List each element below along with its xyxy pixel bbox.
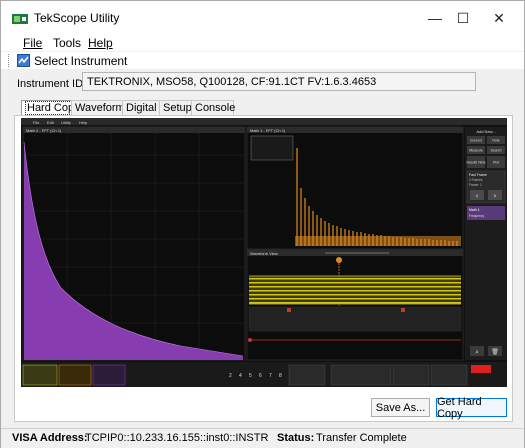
status-label: Status: xyxy=(277,432,315,444)
title-bar: TekScope Utility — ☐ ✕ xyxy=(1,1,524,35)
scope-menu-utility: Utility xyxy=(61,120,71,125)
cursor-readout-panel xyxy=(248,306,462,332)
scope-results-table-label: Results Table xyxy=(466,161,485,165)
tab-console[interactable]: Console xyxy=(191,100,235,116)
channel1-trace xyxy=(249,276,461,304)
math2-fft-view: Math 2 - FFT (Ch 1) xyxy=(22,126,246,361)
status-value: Transfer Complete xyxy=(316,432,407,444)
visa-address-value: TCPIP0::10.233.16.155::inst0::INSTR xyxy=(85,432,269,444)
waveform-view-title: Waveform View xyxy=(250,251,278,256)
scope-measure-label: Measure xyxy=(469,149,483,153)
trigger-marker[interactable] xyxy=(336,257,342,263)
math1-fft-view: Math 1 - FFT (Ch 1) xyxy=(246,126,464,250)
menu-file[interactable]: File xyxy=(23,36,42,50)
scope-menu-edit: Edit xyxy=(47,120,55,125)
add-channel-8[interactable]: 8 xyxy=(279,373,282,379)
window-title: TekScope Utility xyxy=(34,11,120,25)
fast-frame-title: Fast Frame xyxy=(469,173,487,177)
fast-frame-count: 2 Frames xyxy=(469,178,483,182)
scope-side-panel: Add New... Cursors Note Measure Search R… xyxy=(465,127,507,360)
svg-text:›: › xyxy=(494,192,497,200)
svg-text:🗑: 🗑 xyxy=(491,348,499,356)
get-hard-copy-button[interactable]: Get Hard Copy xyxy=(436,396,507,420)
instrument-id-field[interactable]: TEKTRONIX, MSO58, Q100128, CF:91.1CT FV:… xyxy=(82,72,476,91)
scope-plot-label: Plot xyxy=(493,161,499,165)
scope-menu-file: File xyxy=(33,120,40,125)
status-bar: VISA Address: TCPIP0::10.233.16.155::ins… xyxy=(1,428,524,448)
scope-image: File Edit Utility Help Math 2 - FFT (Ch … xyxy=(21,118,507,387)
add-channel-7[interactable]: 7 xyxy=(269,373,272,379)
add-channel-6[interactable]: 6 xyxy=(259,373,262,379)
select-instrument-button[interactable]: Select Instrument xyxy=(34,54,127,68)
acquisition-badge[interactable] xyxy=(430,364,468,386)
math2-badge[interactable] xyxy=(92,364,126,386)
scope-screenshot: File Edit Utility Help Math 2 - FFT (Ch … xyxy=(21,118,507,387)
scope-cursors-label: Cursors xyxy=(470,139,483,143)
scope-bottom-bar: 2 4 5 6 7 8 xyxy=(21,362,507,387)
tab-setup[interactable]: Setup xyxy=(159,100,192,116)
menu-help[interactable]: Help xyxy=(88,36,113,50)
scope-note-label: Note xyxy=(492,139,499,143)
tab-hard-copy[interactable]: Hard Copy xyxy=(21,100,82,116)
save-as-button[interactable]: Save As... xyxy=(371,398,430,417)
math1-view-title: Math 1 - FFT (Ch 1) xyxy=(250,128,286,133)
add-channel-2[interactable]: 2 xyxy=(229,373,232,379)
svg-text:‹: ‹ xyxy=(476,192,479,200)
add-channel-4[interactable]: 4 xyxy=(239,373,242,379)
select-instrument-icon xyxy=(17,54,30,67)
math1-badge[interactable] xyxy=(58,364,92,386)
math-badge-frequency: Frequency xyxy=(469,214,484,218)
app-window: TekScope Utility — ☐ ✕ File Tools Help S… xyxy=(0,0,525,448)
toolbar: Select Instrument xyxy=(1,52,524,69)
toolbar-grip[interactable] xyxy=(8,54,10,67)
zoom-overview-box[interactable] xyxy=(250,135,294,161)
scope-menu-help: Help xyxy=(79,120,88,125)
side-panel-title: Add New... xyxy=(476,129,495,134)
math-badge-label: Math 1 xyxy=(469,208,480,212)
tekscope-app-icon xyxy=(12,14,28,24)
menu-bar: File Tools Help xyxy=(1,35,524,51)
visa-address-label: VISA Address: xyxy=(12,432,88,444)
scope-search-label: Search xyxy=(490,149,501,153)
add-new-buttons[interactable] xyxy=(288,364,326,386)
menu-tools[interactable]: Tools xyxy=(53,36,81,50)
close-button[interactable]: ✕ xyxy=(477,1,521,35)
stopped-indicator[interactable] xyxy=(471,365,491,373)
tab-waveform[interactable]: Waveform xyxy=(71,100,125,116)
trigger-badge[interactable] xyxy=(392,364,430,386)
instrument-id-label: Instrument ID: xyxy=(17,78,87,90)
waveform-view: Waveform View xyxy=(246,249,464,361)
ch1-badge[interactable] xyxy=(22,364,58,386)
tab-digital[interactable]: Digital xyxy=(122,100,160,116)
horizontal-badge[interactable] xyxy=(330,364,392,386)
svg-text:⌕: ⌕ xyxy=(475,349,478,356)
math2-view-title: Math 2 - FFT (Ch 1) xyxy=(26,128,62,133)
add-channel-5[interactable]: 5 xyxy=(249,373,252,379)
fast-frame-current: Frame: 1 xyxy=(469,183,482,187)
